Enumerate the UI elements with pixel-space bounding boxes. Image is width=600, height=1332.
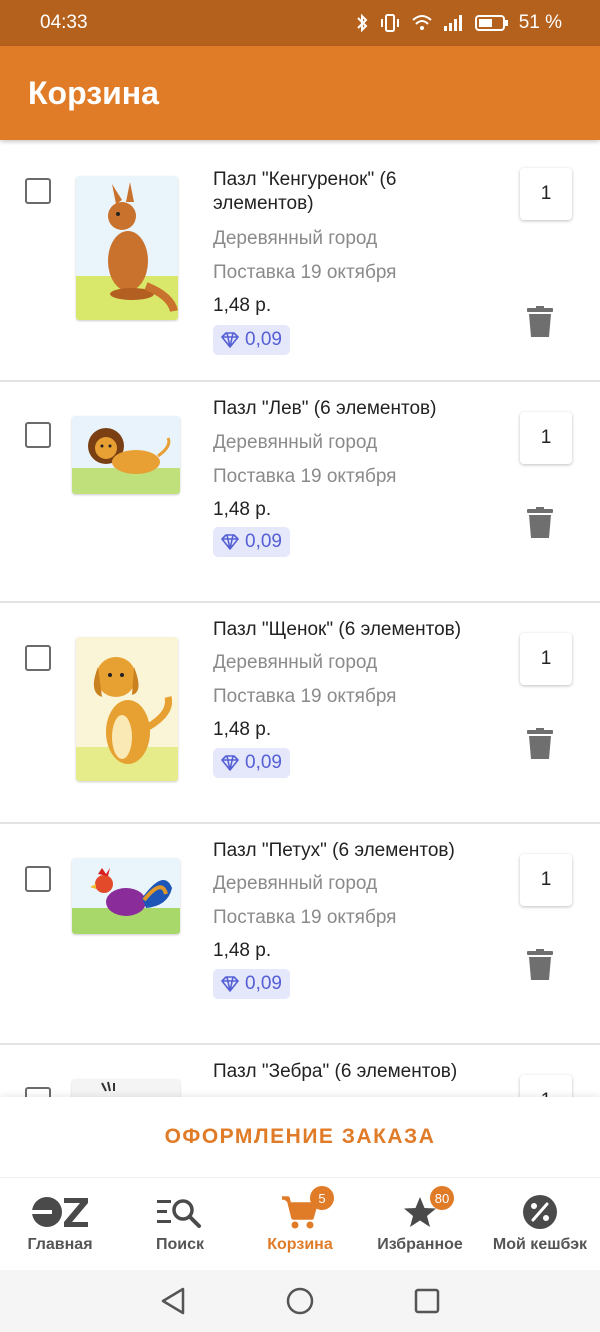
item-price: 1,48 р. (213, 719, 272, 740)
back-icon[interactable] (159, 1286, 187, 1316)
nav-home[interactable]: Главная (0, 1178, 120, 1271)
cashback-badge: 0,09 (213, 527, 290, 557)
trash-icon[interactable] (527, 507, 553, 539)
nav-label: Мой кешбэк (492, 1236, 588, 1253)
item-title[interactable]: Пазл "Щенок" (6 элементов) (213, 618, 493, 642)
wifi-icon (412, 15, 432, 30)
nav-cart[interactable]: 5 Корзина (240, 1178, 360, 1271)
page-title: Корзина (28, 74, 159, 111)
search-icon (155, 1194, 205, 1230)
item-delivery: Поставка 19 октября (213, 466, 397, 487)
cashback-value: 0,09 (245, 531, 282, 552)
product-image-puppy[interactable] (76, 637, 178, 781)
item-price: 1,48 р. (213, 499, 272, 520)
item-checkbox[interactable] (25, 178, 51, 204)
item-delivery: Поставка 19 октября (213, 262, 397, 283)
cashback-value: 0,09 (245, 329, 282, 350)
oz-logo-icon (30, 1194, 90, 1230)
cart-icon: 5 (280, 1186, 334, 1230)
cart-badge: 5 (310, 1186, 334, 1210)
nav-label: Поиск (155, 1236, 204, 1253)
cashback-badge: 0,09 (213, 748, 290, 778)
item-seller[interactable]: Деревянный город (213, 652, 377, 674)
trash-icon[interactable] (527, 306, 553, 338)
item-delivery: Поставка 19 октября (213, 686, 397, 707)
checkout-bar: ОФОРМЛЕНИЕ ЗАКАЗА (0, 1097, 600, 1177)
quantity-field[interactable]: 1 (520, 168, 572, 220)
signal-icon (443, 15, 462, 31)
quantity-field[interactable]: 1 (520, 633, 572, 685)
item-checkbox[interactable] (25, 866, 51, 892)
nav-label: Главная (27, 1236, 93, 1253)
trash-icon[interactable] (527, 728, 553, 760)
quantity-field[interactable]: 1 (520, 1075, 572, 1097)
status-icons: 51 % (355, 12, 562, 34)
vibrate-icon (380, 14, 399, 32)
battery-icon (474, 15, 508, 31)
item-checkbox[interactable] (25, 645, 51, 671)
cart-item: Пазл "Кенгуренок" (6 элементов) Деревянн… (0, 142, 600, 382)
checkout-button[interactable]: ОФОРМЛЕНИЕ ЗАКАЗА (165, 1125, 436, 1149)
status-bar: 04:33 51 % (0, 0, 600, 46)
item-price: 1,48 р. (213, 940, 272, 961)
quantity-field[interactable]: 1 (520, 412, 572, 464)
cart-item: Пазл "Зебра" (6 элементов) 1 (0, 1045, 600, 1097)
product-image-rooster[interactable] (72, 858, 180, 934)
product-image-zebra[interactable] (72, 1079, 180, 1097)
item-title[interactable]: Пазл "Лев" (6 элементов) (213, 397, 493, 421)
diamond-icon (221, 976, 239, 992)
star-icon: 80 (400, 1186, 454, 1230)
nav-favorites[interactable]: 80 Избранное (360, 1178, 480, 1271)
battery-percent: 51 % (518, 12, 562, 33)
item-title[interactable]: Пазл "Зебра" (6 элементов) (213, 1060, 493, 1084)
percent-icon (520, 1194, 560, 1230)
item-price: 1,48 р. (213, 295, 272, 316)
status-time: 04:33 (40, 12, 88, 33)
app-bar: Корзина (0, 46, 600, 140)
favorites-badge: 80 (430, 1186, 454, 1210)
cart-item: Пазл "Лев" (6 элементов) Деревянный горо… (0, 382, 600, 603)
cashback-value: 0,09 (245, 752, 282, 773)
diamond-icon (221, 534, 239, 550)
item-delivery: Поставка 19 октября (213, 907, 397, 928)
item-seller[interactable]: Деревянный город (213, 873, 377, 895)
recents-icon[interactable] (413, 1287, 441, 1315)
nav-label: Избранное (377, 1236, 463, 1253)
system-nav-bar (0, 1270, 600, 1332)
item-seller[interactable]: Деревянный город (213, 432, 377, 454)
bluetooth-icon (356, 13, 368, 33)
diamond-icon (221, 755, 239, 771)
item-title[interactable]: Пазл "Петух" (6 элементов) (213, 839, 493, 863)
diamond-icon (221, 332, 239, 348)
cashback-badge: 0,09 (213, 969, 290, 999)
item-checkbox[interactable] (25, 1087, 51, 1097)
nav-label: Корзина (267, 1236, 333, 1253)
product-image-lion[interactable] (72, 416, 180, 494)
cashback-badge: 0,09 (213, 325, 290, 355)
cart-item: Пазл "Щенок" (6 элементов) Деревянный го… (0, 603, 600, 824)
trash-icon[interactable] (527, 949, 553, 981)
cart-item: Пазл "Петух" (6 элементов) Деревянный го… (0, 824, 600, 1045)
home-icon[interactable] (285, 1286, 315, 1316)
bottom-nav: Главная Поиск 5 Корзина 80 Избранное Мой… (0, 1177, 600, 1271)
item-checkbox[interactable] (25, 422, 51, 448)
nav-search[interactable]: Поиск (120, 1178, 240, 1271)
item-seller[interactable]: Деревянный город (213, 228, 377, 250)
nav-cashback[interactable]: Мой кешбэк (480, 1178, 600, 1271)
cart-list[interactable]: Пазл "Кенгуренок" (6 элементов) Деревянн… (0, 142, 600, 1097)
product-image-kangaroo[interactable] (76, 176, 178, 320)
quantity-field[interactable]: 1 (520, 854, 572, 906)
cashback-value: 0,09 (245, 973, 282, 994)
item-title[interactable]: Пазл "Кенгуренок" (6 элементов) (213, 168, 493, 216)
